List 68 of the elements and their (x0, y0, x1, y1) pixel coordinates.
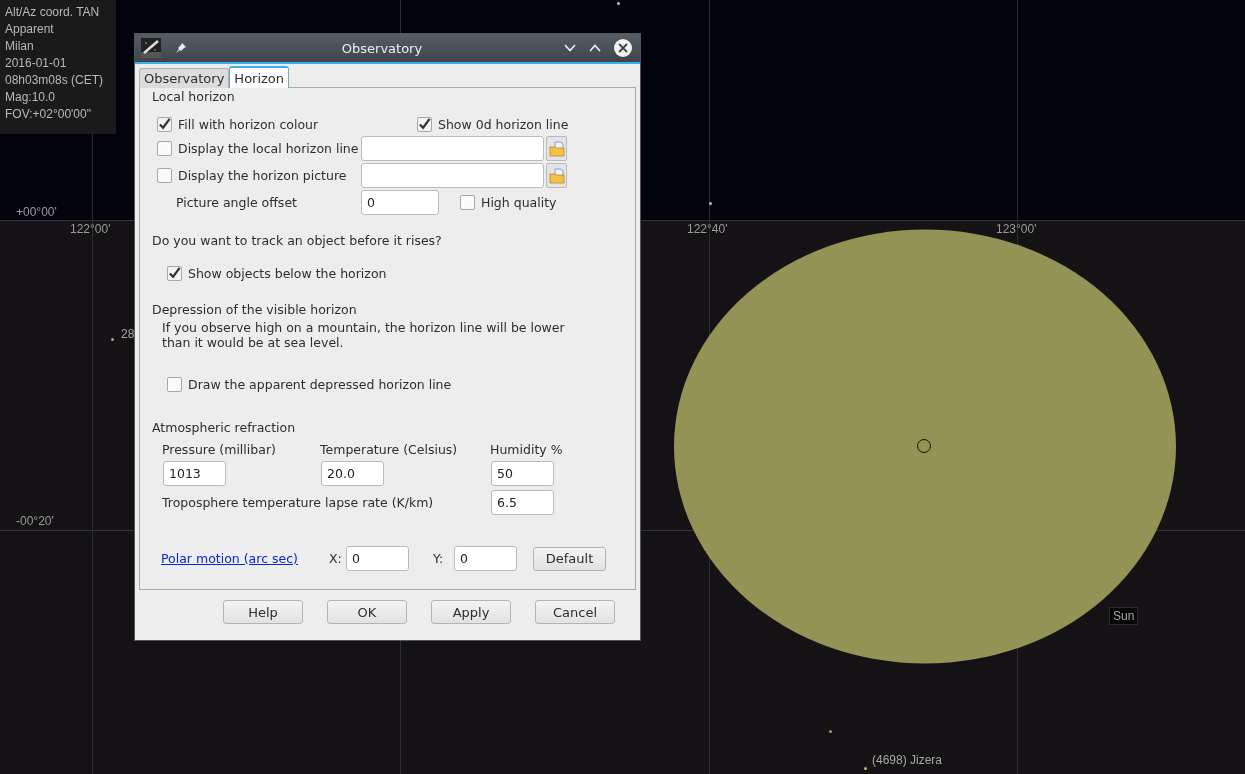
grid-label: 122°00' (70, 222, 111, 236)
y-field[interactable]: 0 (454, 546, 517, 571)
grid-label: +00°00' (16, 205, 57, 219)
comet-icon (141, 38, 161, 58)
checkbox[interactable] (460, 195, 475, 210)
object-label: Sun (1109, 607, 1139, 625)
dialog-button[interactable]: OK (327, 600, 407, 624)
tab[interactable]: Horizon (229, 66, 290, 88)
browse-button[interactable] (546, 136, 567, 161)
tab[interactable]: Observatory (139, 68, 230, 88)
info-line: 08h03m08s (CET) (5, 72, 105, 89)
field-label: Y: (433, 551, 445, 566)
section-heading: Depression of the visible horizon (152, 302, 358, 318)
checkbox[interactable] (157, 141, 172, 156)
checkbox-label: Show 0d horizon line (438, 116, 569, 132)
grid-label: -00°20' (16, 514, 54, 528)
info-line: Milan (5, 38, 35, 55)
file-path-field[interactable] (361, 163, 544, 188)
info-line: FOV:+02°00'00" (5, 106, 92, 123)
temperature-field[interactable]: 20.0 (321, 461, 384, 486)
checkbox[interactable] (157, 116, 172, 132)
grid-label: 122°40' (687, 222, 728, 236)
default-button[interactable]: Default (533, 546, 606, 571)
x-field[interactable]: 0 (346, 546, 409, 571)
field-label: Picture angle offset (176, 195, 297, 210)
checkbox[interactable] (157, 168, 172, 183)
checkbox-label: Show objects below the horizon (188, 265, 387, 281)
pressure-field[interactable]: 1013 (163, 461, 226, 486)
info-line: Mag:10.0 (5, 89, 57, 106)
window-title: Observatory (340, 40, 424, 56)
info-line: Alt/Az coord. TAN (5, 4, 101, 21)
minimize-icon[interactable] (564, 44, 576, 52)
maximize-icon[interactable] (589, 44, 601, 52)
section-heading: Local horizon (152, 89, 236, 105)
close-icon[interactable] (614, 39, 632, 57)
grid-label: 123°00' (996, 222, 1037, 236)
checkbox-label: Display the horizon picture (178, 168, 347, 183)
checkbox[interactable] (167, 265, 182, 281)
field-label: X: (329, 551, 343, 566)
browse-button[interactable] (546, 163, 567, 188)
checkbox-label: Fill with horizon colour (178, 116, 319, 132)
folder-icon (548, 167, 565, 184)
dialog-button[interactable]: Apply (431, 600, 511, 624)
folder-icon (548, 140, 565, 157)
polar-motion-link[interactable]: Polar motion (arc sec) (161, 551, 329, 566)
checkbox-label: High quality (481, 195, 557, 210)
info-line: Apparent (5, 21, 55, 38)
checkbox-label: Draw the apparent depressed horizon line (188, 376, 452, 392)
checkbox[interactable] (167, 376, 182, 392)
question-text: Do you want to track an object before it rises? (152, 233, 443, 249)
angle-offset-field[interactable]: 0 (361, 190, 439, 215)
pin-icon[interactable] (175, 42, 187, 54)
file-path-field[interactable] (361, 136, 544, 161)
info-line: 2016-01-01 (5, 55, 68, 72)
checkbox-label: Display the local horizon line (178, 141, 359, 156)
field-label: Troposphere temperature lapse rate (K/km) (162, 495, 435, 510)
field-label: Temperature (Celsius) (320, 442, 459, 457)
section-heading: Atmospheric refraction (152, 420, 297, 436)
humidity-field[interactable]: 50 (491, 461, 554, 486)
note-text: If you observe high on a mountain, the horizon line will be lower than it would be at sea level. (161, 320, 566, 350)
field-label: Pressure (millibar) (162, 442, 277, 457)
object-label: (4698) Jizera (872, 753, 943, 767)
field-label: Humidity % (490, 442, 564, 457)
dialog-button[interactable]: Help (223, 600, 303, 624)
checkbox[interactable] (417, 116, 432, 132)
lapse-rate-field[interactable]: 6.5 (491, 490, 554, 515)
dialog-button[interactable]: Cancel (535, 600, 615, 624)
object-label: 28 (121, 327, 135, 341)
